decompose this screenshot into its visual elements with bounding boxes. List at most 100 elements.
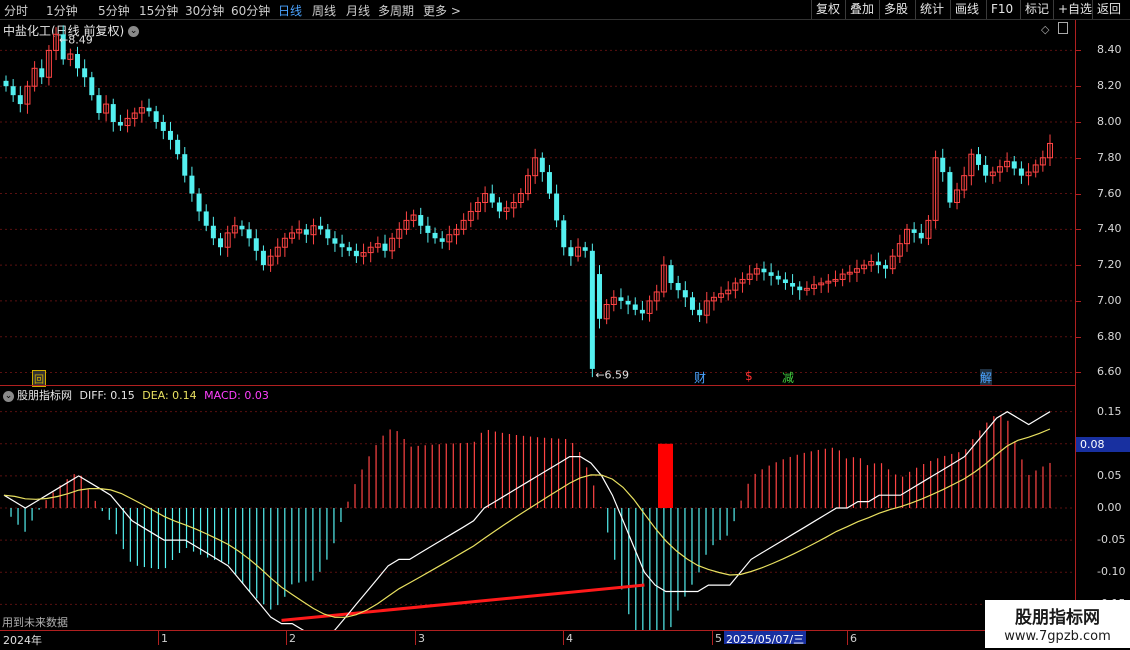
macd-tick-label: 0.05 (1097, 468, 1122, 482)
candle-body (17, 95, 23, 105)
candle-body (160, 121, 166, 131)
marker-finance[interactable]: 财 (694, 369, 706, 386)
watermark-url: www.7gpzb.com (1004, 629, 1111, 644)
candle-body (539, 157, 545, 173)
month-tick (563, 631, 564, 645)
candle-body (196, 193, 202, 212)
candle-body (940, 157, 946, 173)
candle-body (947, 172, 953, 203)
price-tick-mark (1076, 300, 1081, 302)
candle-body (589, 250, 595, 369)
candle-body (697, 309, 703, 316)
period-tab-60min[interactable]: 60分钟 (231, 2, 270, 19)
candle-body (1011, 161, 1017, 169)
add-watchlist-button[interactable]: +自选 (1053, 0, 1096, 19)
date-axis: 2024年 1 2 3 4 5 2025/05/07/三 6 (0, 630, 1075, 647)
candle-body (239, 225, 245, 230)
macd-tick-label: -0.05 (1097, 533, 1126, 547)
price-tick-label: 8.20 (1097, 79, 1122, 93)
period-tab-timeshare[interactable]: 分时 (4, 2, 28, 19)
price-tick-label: 8.00 (1097, 114, 1122, 128)
candle-body (260, 250, 266, 266)
period-toolbar: 分时 1分钟 5分钟 15分钟 30分钟 60分钟 日线 周线 月线 多周期 更… (0, 0, 1130, 20)
candle-body (883, 265, 889, 269)
macd-tick-label: -0.10 (1097, 565, 1126, 579)
price-tick-label: 7.40 (1097, 222, 1122, 236)
cursor-date: 2025/05/07/三 (724, 631, 807, 646)
month-label: 4 (566, 632, 573, 645)
period-tab-1min[interactable]: 1分钟 (46, 2, 78, 19)
macd-chart[interactable] (0, 386, 1075, 630)
f10-button[interactable]: F10 (986, 0, 1017, 19)
candle-body (167, 130, 173, 140)
candle-body (82, 68, 88, 78)
price-tick-mark (1076, 372, 1081, 374)
candle-body (625, 300, 631, 305)
month-tick (847, 631, 848, 645)
candle-body (790, 283, 796, 287)
candle-body (675, 283, 681, 291)
period-tab-weekly[interactable]: 周线 (312, 2, 336, 19)
high-price-label: ←8.49 (59, 33, 93, 46)
candle-body (146, 107, 152, 112)
period-tab-multi[interactable]: 多周期 (378, 2, 414, 19)
dea-line (3, 428, 1051, 618)
month-label: 2 (289, 632, 296, 645)
multi-stock-button[interactable]: 多股 (879, 0, 912, 19)
stats-button[interactable]: 统计 (915, 0, 948, 19)
candle-body (218, 238, 224, 248)
candle-body (639, 309, 645, 314)
candle-body (425, 225, 431, 233)
price-tick-label: 8.40 (1097, 43, 1122, 57)
candle-body (782, 279, 788, 284)
candle-body (768, 272, 774, 276)
macd-tick-label: 0.15 (1097, 404, 1122, 418)
candlestick-chart[interactable]: ←8.49 ←6.59 (0, 20, 1075, 385)
candle-body (303, 229, 309, 235)
overlay-button[interactable]: 叠加 (845, 0, 878, 19)
mark-button[interactable]: 标记 (1020, 0, 1053, 19)
price-tick-label: 7.60 (1097, 186, 1122, 200)
candle-body (175, 139, 181, 155)
price-tick-mark (1076, 121, 1081, 123)
month-label: 3 (418, 632, 425, 645)
month-tick (158, 631, 159, 645)
marker-unlock[interactable]: 解 (980, 369, 993, 386)
draw-line-button[interactable]: 画线 (950, 0, 983, 19)
candle-body (918, 232, 924, 239)
adjust-button[interactable]: 复权 (811, 0, 844, 19)
back-button[interactable]: 返回 (1092, 0, 1125, 19)
marker-dividend[interactable]: $ (745, 369, 753, 383)
candle-body (561, 220, 567, 248)
period-tab-more[interactable]: 更多 > (423, 2, 461, 19)
candle-body (96, 95, 102, 114)
period-tab-5min[interactable]: 5分钟 (98, 2, 130, 19)
candle-body (632, 304, 638, 310)
month-tick (415, 631, 416, 645)
current-value-badge: 0.08 (1076, 437, 1130, 452)
price-tick-label: 7.00 (1097, 293, 1122, 307)
candle-body (117, 121, 123, 126)
period-tab-30min[interactable]: 30分钟 (185, 2, 224, 19)
candle-body (597, 274, 603, 319)
marker-reduce[interactable]: 减 (782, 369, 794, 386)
price-tick-mark (1076, 157, 1081, 159)
price-tick-label: 6.80 (1097, 329, 1122, 343)
candle-body (75, 53, 81, 69)
candle-body (496, 202, 502, 212)
candle-body (110, 104, 116, 122)
candle-body (353, 250, 359, 257)
candle-body (761, 268, 767, 273)
period-tab-15min[interactable]: 15分钟 (139, 2, 178, 19)
price-tick-mark (1076, 265, 1081, 267)
candle-body (346, 247, 352, 251)
month-label: 5 (715, 632, 722, 645)
year-label: 2024年 (3, 634, 42, 647)
candle-body (325, 229, 331, 239)
candle-body (775, 275, 781, 280)
period-tab-monthly[interactable]: 月线 (346, 2, 370, 19)
watermark-logo: 股朋指标网 www.7gpzb.com (985, 600, 1130, 648)
period-tab-daily[interactable]: 日线 (278, 2, 302, 19)
candle-body (182, 154, 188, 176)
candle-body (39, 68, 45, 78)
